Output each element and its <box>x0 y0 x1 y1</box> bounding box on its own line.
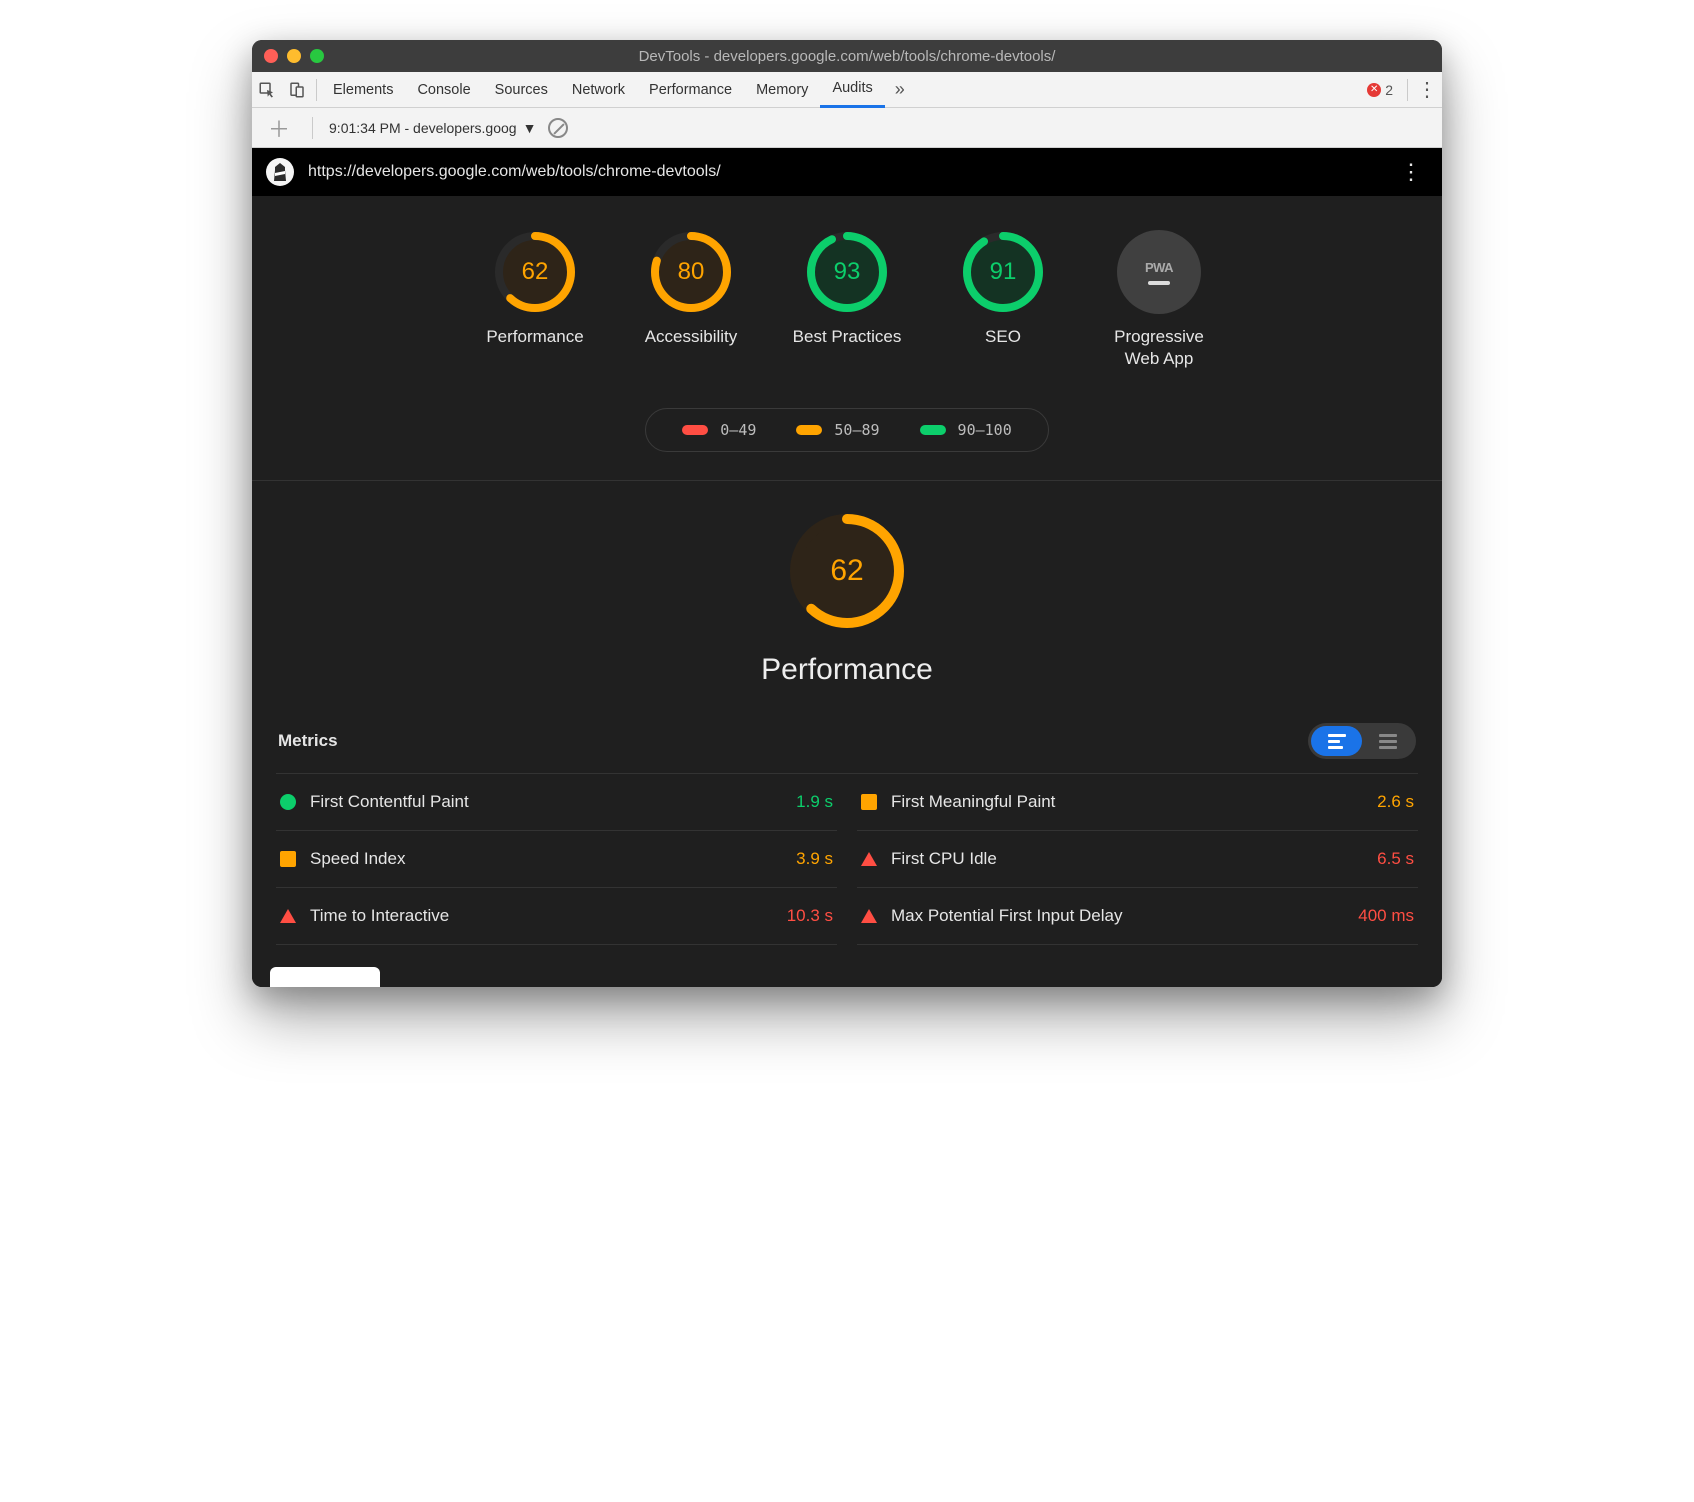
metrics-view-toggle[interactable] <box>1308 723 1416 759</box>
legend-item: 90–100 <box>920 421 1012 439</box>
toggle-detailed-view[interactable] <box>1362 726 1413 756</box>
minimize-window-button[interactable] <box>287 49 301 63</box>
tab-console[interactable]: Console <box>405 72 482 108</box>
metric-value: 10.3 s <box>787 906 833 926</box>
inspect-element-icon[interactable] <box>252 72 282 108</box>
report-menu-icon[interactable]: ⋮ <box>1394 159 1428 185</box>
status-square-icon <box>861 794 877 810</box>
metric-name: Time to Interactive <box>310 906 773 926</box>
toggle-compact-view[interactable] <box>1311 726 1362 756</box>
gauge-score: 91 <box>961 230 1045 314</box>
legend-range: 50–89 <box>834 421 879 439</box>
titlebar: DevTools - developers.google.com/web/too… <box>252 40 1442 72</box>
status-triangle-icon <box>861 909 877 923</box>
divider <box>312 117 313 139</box>
status-circle-icon <box>280 794 296 810</box>
metric-row[interactable]: Max Potential First Input Delay 400 ms <box>857 888 1418 945</box>
legend-item: 50–89 <box>796 421 879 439</box>
score-gauges: 62 Performance 80 Accessibility 93 Best … <box>252 220 1442 388</box>
gauge-label: Accessibility <box>645 326 738 348</box>
metrics-heading: Metrics <box>278 731 338 751</box>
metric-name: First Contentful Paint <box>310 792 782 812</box>
close-window-button[interactable] <box>264 49 278 63</box>
metric-name: Speed Index <box>310 849 782 869</box>
report-selector-label: 9:01:34 PM - developers.goog <box>329 120 517 136</box>
gauge-label: Progressive Web App <box>1099 326 1219 370</box>
metric-row[interactable]: Speed Index 3.9 s <box>276 831 837 888</box>
metric-name: First CPU Idle <box>891 849 1363 869</box>
pwa-badge-icon: PWA <box>1117 230 1201 314</box>
tab-performance[interactable]: Performance <box>637 72 744 108</box>
metric-row[interactable]: Time to Interactive 10.3 s <box>276 888 837 945</box>
metric-row[interactable]: First Meaningful Paint 2.6 s <box>857 774 1418 831</box>
lighthouse-url-bar: https://developers.google.com/web/tools/… <box>252 148 1442 196</box>
gauge-best-practices[interactable]: 93 Best Practices <box>787 230 907 370</box>
window-title: DevTools - developers.google.com/web/too… <box>252 48 1442 65</box>
performance-heading: Performance <box>761 653 933 687</box>
performance-gauge-large: 62 Performance <box>276 511 1418 687</box>
audited-url: https://developers.google.com/web/tools/… <box>308 163 1380 181</box>
tab-memory[interactable]: Memory <box>744 72 820 108</box>
gauge-pwa[interactable]: PWA Progressive Web App <box>1099 230 1219 370</box>
tab-elements[interactable]: Elements <box>321 72 405 108</box>
devtools-menu-icon[interactable]: ⋮ <box>1412 72 1442 108</box>
gauge-score: 93 <box>805 230 889 314</box>
gauge-performance[interactable]: 62 Performance <box>475 230 595 370</box>
audits-toolbar: ＋ 9:01:34 PM - developers.goog ▼ <box>252 108 1442 148</box>
more-tabs-icon[interactable]: » <box>885 72 915 108</box>
dropdown-arrow-icon: ▼ <box>523 120 537 136</box>
new-audit-button[interactable]: ＋ <box>262 112 296 144</box>
divider <box>316 79 317 101</box>
metric-value: 6.5 s <box>1377 849 1414 869</box>
tab-sources[interactable]: Sources <box>483 72 560 108</box>
divider <box>1407 79 1408 101</box>
metrics-header: Metrics <box>276 723 1418 773</box>
metric-value: 2.6 s <box>1377 792 1414 812</box>
status-square-icon <box>280 851 296 867</box>
metric-name: First Meaningful Paint <box>891 792 1363 812</box>
gauge-score: 80 <box>649 230 733 314</box>
tab-audits[interactable]: Audits <box>820 72 884 108</box>
metric-value: 400 ms <box>1358 906 1414 926</box>
error-icon: ✕ <box>1367 83 1381 97</box>
gauge-label: Best Practices <box>793 326 902 348</box>
truncated-button[interactable] <box>270 967 380 987</box>
traffic-lights <box>252 49 324 63</box>
lighthouse-report: 62 Performance 80 Accessibility 93 Best … <box>252 196 1442 987</box>
score-legend: 0–49 50–89 90–100 <box>645 408 1048 452</box>
metrics-grid: First Contentful Paint 1.9 s First Meaning… <box>276 773 1418 945</box>
status-triangle-icon <box>280 909 296 923</box>
legend-item: 0–49 <box>682 421 756 439</box>
gauge-label: SEO <box>985 326 1021 348</box>
performance-score: 62 <box>787 511 907 631</box>
legend-range: 0–49 <box>720 421 756 439</box>
device-toolbar-icon[interactable] <box>282 72 312 108</box>
status-triangle-icon <box>861 852 877 866</box>
devtools-window: DevTools - developers.google.com/web/too… <box>252 40 1442 987</box>
gauge-label: Performance <box>486 326 583 348</box>
metric-row[interactable]: First CPU Idle 6.5 s <box>857 831 1418 888</box>
performance-section: 62 Performance Metrics First Contentful … <box>252 481 1442 955</box>
metric-row[interactable]: First Contentful Paint 1.9 s <box>276 774 837 831</box>
errors-count: 2 <box>1385 82 1393 98</box>
lighthouse-logo-icon <box>266 158 294 186</box>
metric-name: Max Potential First Input Delay <box>891 906 1344 926</box>
report-selector[interactable]: 9:01:34 PM - developers.goog ▼ <box>329 120 536 136</box>
gauge-seo[interactable]: 91 SEO <box>943 230 1063 370</box>
legend-swatch-icon <box>682 425 708 435</box>
metric-value: 1.9 s <box>796 792 833 812</box>
gauge-score: 62 <box>493 230 577 314</box>
gauge-accessibility[interactable]: 80 Accessibility <box>631 230 751 370</box>
clear-report-icon[interactable] <box>548 118 568 138</box>
maximize-window-button[interactable] <box>310 49 324 63</box>
devtools-tab-strip: ElementsConsoleSourcesNetworkPerformance… <box>252 72 1442 108</box>
tab-network[interactable]: Network <box>560 72 637 108</box>
legend-swatch-icon <box>796 425 822 435</box>
metric-value: 3.9 s <box>796 849 833 869</box>
console-errors-badge[interactable]: ✕ 2 <box>1357 82 1403 98</box>
legend-swatch-icon <box>920 425 946 435</box>
legend-range: 90–100 <box>958 421 1012 439</box>
